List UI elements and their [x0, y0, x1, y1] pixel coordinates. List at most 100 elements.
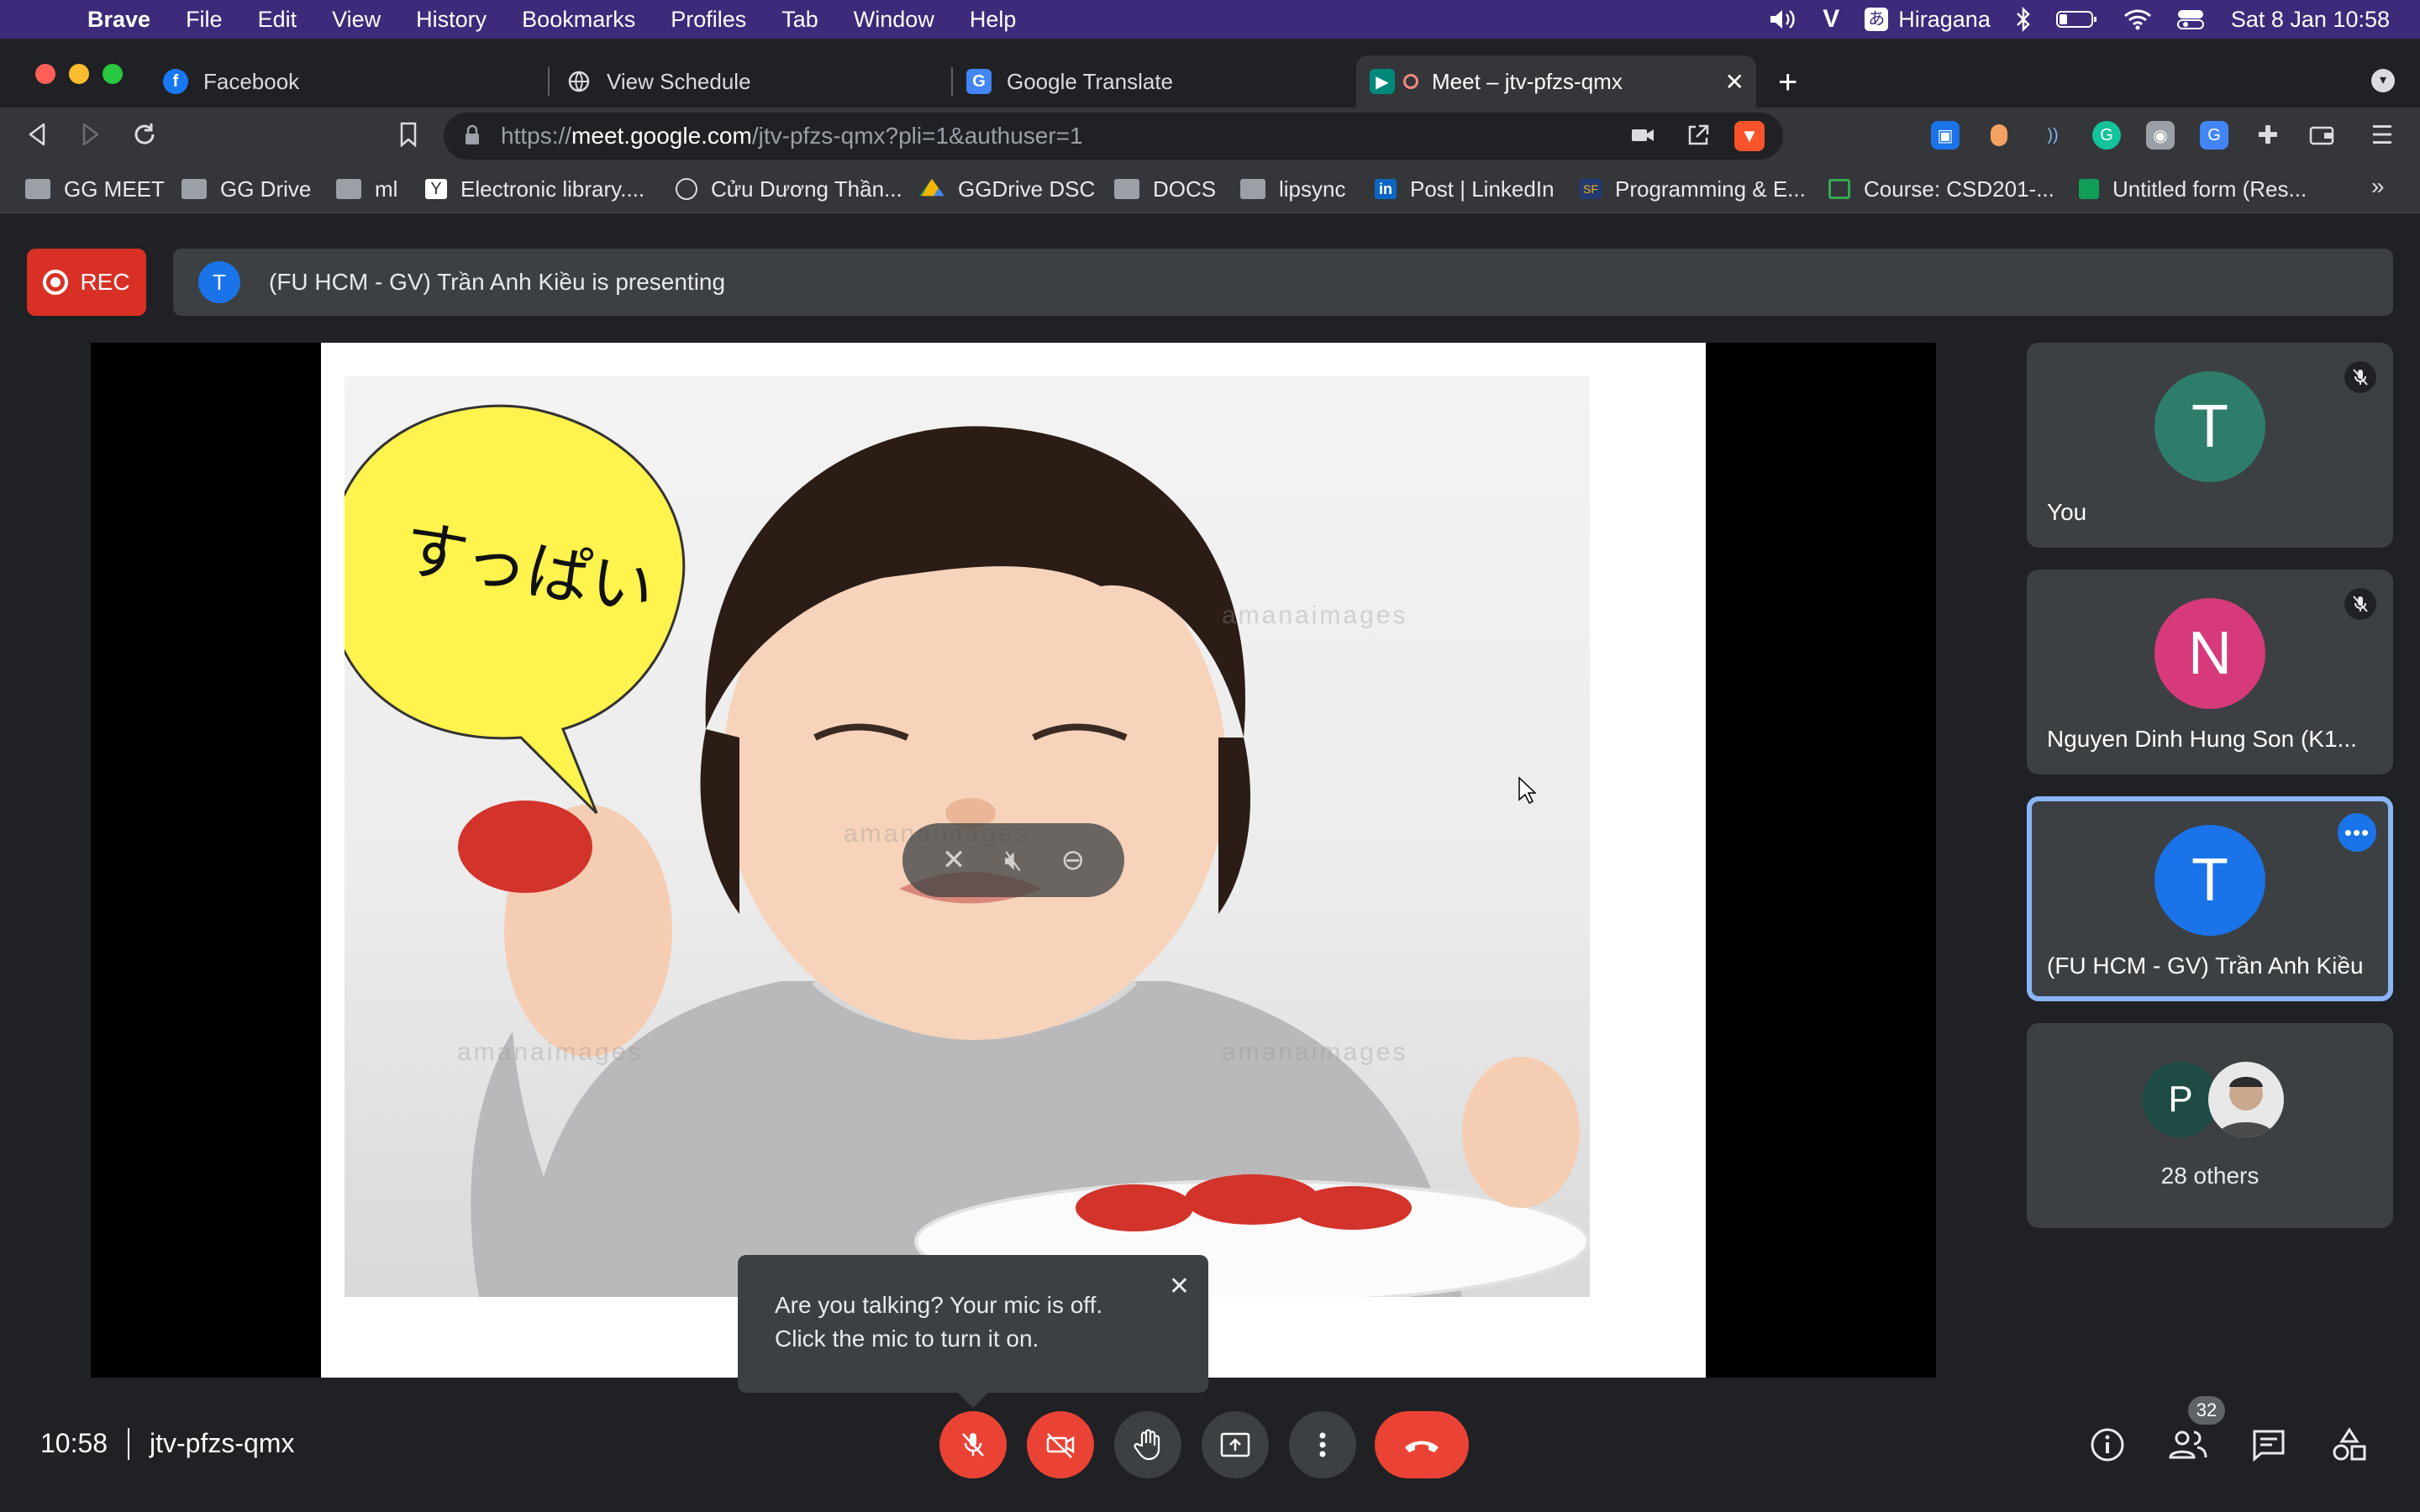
meeting-details-button[interactable]: [2087, 1425, 2128, 1465]
bookmark-label: GGDrive DSC: [958, 176, 1096, 202]
tab-facebook[interactable]: f Facebook: [163, 55, 299, 108]
extension-3-icon[interactable]: )): [2039, 121, 2067, 150]
present-screen-button[interactable]: [1202, 1411, 1269, 1478]
presenting-text: (FU HCM - GV) Trần Anh Kiều is presentin…: [269, 269, 726, 295]
mic-toggle-button[interactable]: [939, 1411, 1007, 1478]
participant-tile-nguyen[interactable]: N Nguyen Dinh Hung Son (K1...: [2027, 570, 2393, 774]
camera-in-use-icon[interactable]: [1630, 123, 1655, 154]
sf-icon: SF: [1580, 179, 1602, 199]
bookmark-label: lipsync: [1279, 176, 1346, 202]
window-close-button[interactable]: [35, 64, 55, 84]
bookmark-course-csd201[interactable]: Course: CSD201-...: [1828, 175, 2054, 203]
raise-hand-button[interactable]: [1114, 1411, 1181, 1478]
tooltip-arrow: [958, 1393, 988, 1408]
extensions-puzzle-icon[interactable]: ✚: [2254, 121, 2282, 150]
menubar-datetime[interactable]: Sat 8 Jan 10:58: [2231, 7, 2390, 33]
back-button[interactable]: [20, 118, 54, 151]
menu-edit[interactable]: Edit: [258, 7, 297, 33]
camera-toggle-button[interactable]: [1027, 1411, 1094, 1478]
more-options-icon[interactable]: •••: [2338, 813, 2376, 852]
tab-meet[interactable]: ▶ Meet – jtv-pfzs-qmx ✕: [1356, 55, 1756, 108]
tab-view-schedule[interactable]: View Schedule: [566, 55, 751, 108]
vivaldi-v-icon[interactable]: V: [1823, 5, 1839, 34]
info-icon: [2091, 1428, 2124, 1462]
recording-badge[interactable]: REC: [27, 249, 146, 316]
battery-icon[interactable]: [2055, 9, 2098, 29]
watermark-text: amanaimages: [457, 1038, 644, 1066]
bookmark-page-icon[interactable]: [392, 118, 425, 151]
menu-help[interactable]: Help: [970, 7, 1017, 33]
bookmark-cuu-duong[interactable]: Cửu Dương Thần...: [676, 175, 902, 203]
chat-icon: [2253, 1430, 2285, 1462]
people-button[interactable]: [2168, 1425, 2208, 1465]
close-tab-icon[interactable]: ✕: [1725, 68, 1744, 96]
input-method-icon[interactable]: あ Hiragana: [1865, 7, 1991, 33]
browser-menu-icon[interactable]: ☰: [2368, 121, 2396, 150]
new-tab-button[interactable]: +: [1778, 64, 1797, 102]
forward-button[interactable]: [74, 118, 108, 151]
people-icon: [2169, 1431, 2207, 1459]
participant-tile-you[interactable]: T You: [2027, 343, 2393, 548]
bookmarks-overflow-icon[interactable]: »: [2371, 173, 2385, 200]
extension-1-icon[interactable]: ▣: [1931, 121, 1960, 150]
leave-call-button[interactable]: [1375, 1411, 1469, 1478]
participant-name: You: [2047, 499, 2087, 525]
bookmark-untitled-form[interactable]: Untitled form (Res...: [2079, 175, 2307, 203]
bookmark-gg-drive[interactable]: GG Drive: [182, 175, 311, 203]
brave-shields-icon[interactable]: ▼: [1734, 121, 1765, 151]
remove-icon[interactable]: ⊖: [1061, 843, 1086, 877]
menu-bookmarks[interactable]: Bookmarks: [522, 7, 635, 33]
folder-icon: [25, 179, 50, 199]
volume-icon[interactable]: [1769, 8, 1797, 30]
pin-icon[interactable]: ✕: [942, 843, 966, 877]
window-zoom-button[interactable]: [103, 64, 123, 84]
wallet-icon[interactable]: [2307, 121, 2336, 150]
tab-search-icon[interactable]: ▾: [2371, 69, 2395, 92]
more-options-button[interactable]: [1289, 1411, 1356, 1478]
window-minimize-button[interactable]: [69, 64, 89, 84]
menu-tab[interactable]: Tab: [781, 7, 818, 33]
screenshot-extension-icon[interactable]: ◉: [2146, 121, 2175, 150]
participant-name: Nguyen Dinh Hung Son (K1...: [2047, 726, 2357, 752]
participant-avatar: T: [2154, 825, 2265, 936]
bookmark-linkedin[interactable]: in Post | LinkedIn: [1375, 175, 1555, 203]
tab-google-translate[interactable]: G Google Translate: [966, 55, 1173, 108]
grammarly-icon[interactable]: G: [2092, 121, 2121, 150]
extension-2-icon[interactable]: [1985, 121, 2013, 150]
menu-profiles[interactable]: Profiles: [671, 7, 746, 33]
bookmark-ml[interactable]: ml: [336, 175, 397, 203]
translate-icon: G: [966, 69, 992, 94]
bookmark-label: Electronic library....: [460, 176, 645, 202]
bluetooth-icon[interactable]: [2016, 7, 2031, 32]
watermark-text: amanaimages: [1222, 1038, 1408, 1066]
open-external-icon[interactable]: [1686, 123, 1711, 154]
wifi-icon[interactable]: [2123, 8, 2152, 30]
address-bar[interactable]: https://meet.google.com/jtv-pfzs-qmx?pli…: [444, 113, 1783, 160]
bookmark-programming[interactable]: SF Programming & E...: [1580, 175, 1806, 203]
menu-view[interactable]: View: [332, 7, 381, 33]
tooltip-line-2: Click the mic to turn it on.: [775, 1326, 1039, 1352]
reload-button[interactable]: [128, 118, 161, 151]
bookmark-electronic-library[interactable]: Y Electronic library....: [425, 175, 644, 203]
translate-extension-icon[interactable]: G: [2200, 121, 2228, 150]
chat-button[interactable]: [2249, 1425, 2289, 1465]
mute-for-me-icon[interactable]: 🔇︎: [1004, 844, 1022, 877]
bookmark-ggdrive-dsc[interactable]: GGDrive DSC: [919, 175, 1095, 203]
close-tooltip-icon[interactable]: ✕: [1169, 1270, 1190, 1304]
bookmark-label: DOCS: [1153, 176, 1217, 202]
present-icon: [1220, 1432, 1250, 1457]
participant-name: (FU HCM - GV) Trần Anh Kiều: [2047, 953, 2364, 979]
control-center-icon[interactable]: [2176, 8, 2206, 30]
menu-history[interactable]: History: [416, 7, 487, 33]
menu-file[interactable]: File: [186, 7, 223, 33]
menu-app-name[interactable]: Brave: [87, 7, 150, 33]
bookmark-docs[interactable]: DOCS: [1114, 175, 1216, 203]
bookmark-gg-meet[interactable]: GG MEET: [25, 175, 165, 203]
participant-tile-others[interactable]: P 28 others: [2027, 1023, 2393, 1228]
activities-button[interactable]: [2329, 1425, 2370, 1465]
folder-icon: [1114, 179, 1139, 199]
bookmark-lipsync[interactable]: lipsync: [1240, 175, 1345, 203]
menu-window[interactable]: Window: [854, 7, 934, 33]
participant-avatar: N: [2154, 598, 2265, 709]
participant-tile-presenter[interactable]: T ••• (FU HCM - GV) Trần Anh Kiều: [2027, 796, 2393, 1001]
